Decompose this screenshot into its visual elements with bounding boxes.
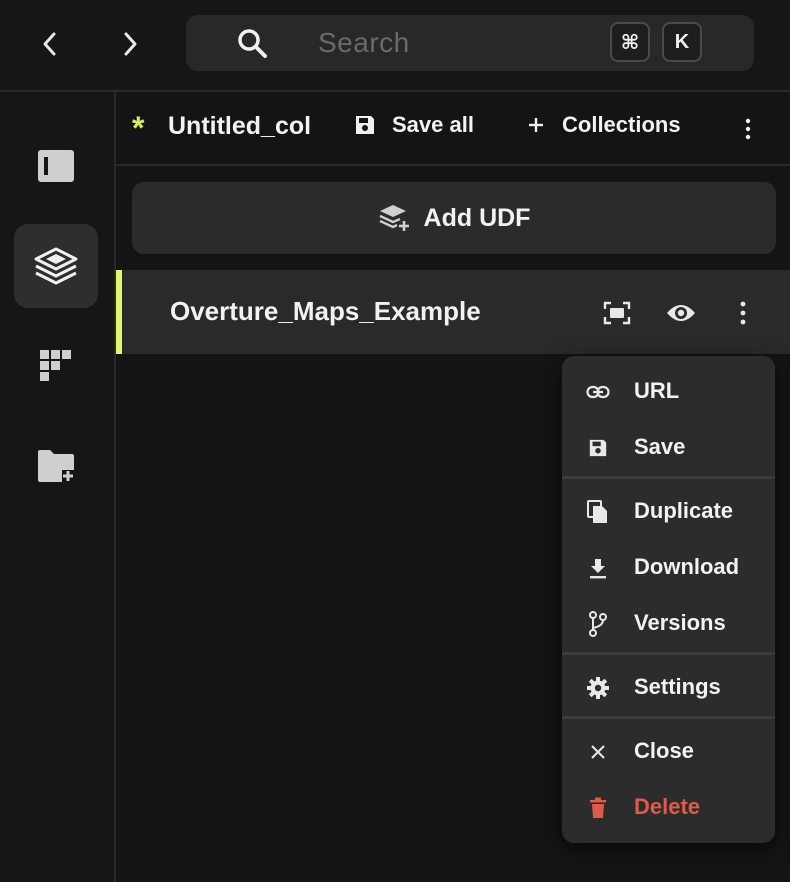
layers-icon — [34, 247, 78, 285]
sidebar-item-layers[interactable] — [14, 224, 98, 308]
search-icon — [236, 27, 268, 64]
header-more-button[interactable] — [738, 118, 758, 145]
save-icon — [356, 116, 374, 134]
search-bar[interactable]: Search ⌘ K — [186, 15, 754, 71]
add-udf-label: Add UDF — [423, 203, 531, 232]
collections-label: Collections — [562, 112, 681, 137]
save-icon — [586, 436, 610, 460]
menu-item-save[interactable]: Save — [562, 420, 775, 476]
focus-button[interactable] — [602, 298, 632, 328]
add-collection-button[interactable]: Collections — [526, 112, 681, 138]
back-button[interactable] — [32, 24, 68, 64]
trash-icon — [586, 796, 610, 820]
shortcut-key-cmd: ⌘ — [610, 22, 650, 62]
menu-item-url[interactable]: URL — [562, 364, 775, 420]
add-udf-button[interactable]: Add UDF — [132, 182, 776, 254]
menu-item-close[interactable]: Close — [562, 724, 775, 780]
gear-icon — [586, 676, 610, 700]
udf-more-button[interactable] — [728, 298, 758, 328]
save-all-label: Save all — [392, 112, 474, 137]
plus-icon — [529, 118, 543, 132]
collection-header: * Untitled_col Save all Collections — [116, 92, 790, 166]
link-icon — [586, 380, 610, 404]
udf-context-menu: URL Save Duplicate Download Versions Set… — [562, 356, 775, 843]
branch-icon — [586, 611, 610, 637]
more-vertical-icon — [740, 301, 746, 325]
menu-item-duplicate[interactable]: Duplicate — [562, 484, 775, 540]
search-placeholder: Search — [318, 27, 410, 58]
download-icon — [586, 556, 610, 580]
panel-icon — [38, 150, 74, 182]
sidebar-item-new-folder[interactable] — [14, 424, 98, 508]
save-all-button[interactable]: Save all — [354, 112, 474, 138]
chevron-right-icon — [124, 32, 137, 56]
close-icon — [586, 740, 610, 764]
menu-divider — [562, 716, 775, 719]
menu-item-versions[interactable]: Versions — [562, 596, 775, 652]
udf-list-item[interactable]: Overture_Maps_Example — [116, 270, 790, 354]
more-vertical-icon — [745, 118, 751, 140]
menu-item-settings[interactable]: Settings — [562, 660, 775, 716]
grid-blocks-icon — [40, 350, 71, 381]
layers-add-icon — [379, 205, 409, 231]
collection-title[interactable]: Untitled_col — [168, 112, 336, 141]
forward-button[interactable] — [112, 24, 148, 64]
visibility-toggle[interactable] — [666, 298, 696, 328]
shortcut-key-k: K — [662, 22, 702, 62]
udf-name: Overture_Maps_Example — [170, 296, 481, 326]
menu-item-delete[interactable]: Delete — [562, 780, 775, 836]
top-bar: Search ⌘ K — [0, 0, 790, 92]
focus-frame-icon — [603, 301, 631, 325]
duplicate-icon — [586, 500, 610, 524]
sidebar-item-panel[interactable] — [14, 124, 98, 208]
eye-icon — [667, 305, 695, 321]
menu-item-download[interactable]: Download — [562, 540, 775, 596]
menu-divider — [562, 652, 775, 655]
unsaved-marker: * — [132, 110, 145, 146]
sidebar — [0, 92, 116, 882]
folder-add-icon — [38, 450, 74, 482]
sidebar-item-blocks[interactable] — [14, 324, 98, 408]
chevron-left-icon — [43, 32, 56, 56]
menu-divider — [562, 476, 775, 479]
